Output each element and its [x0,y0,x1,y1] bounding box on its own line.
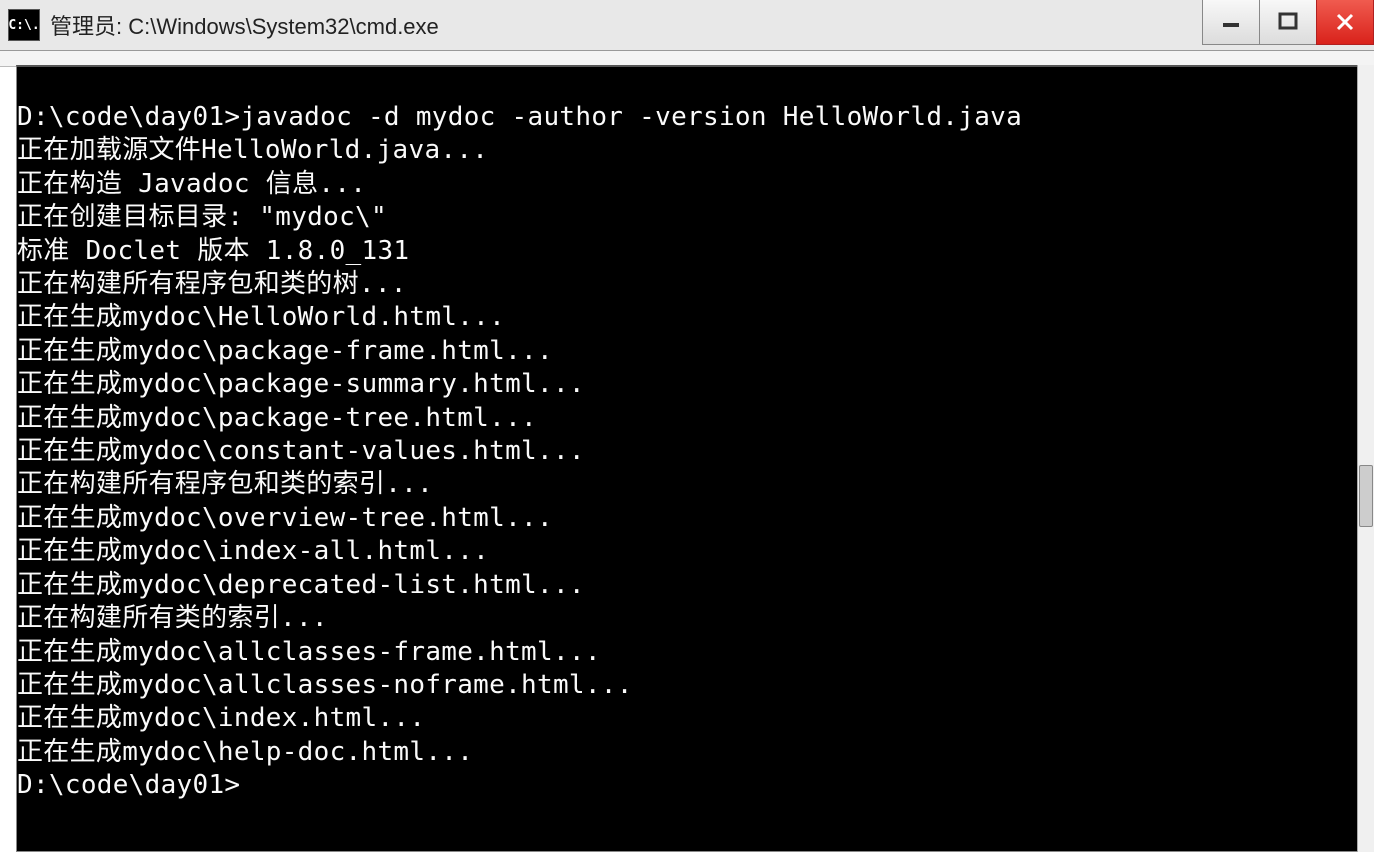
terminal-output: D:\code\day01>javadoc -d mydoc -author -… [17,67,1357,803]
terminal-line: 正在生成mydoc\HelloWorld.html... [17,301,1357,334]
terminal-line: 标准 Doclet 版本 1.8.0_131 [17,235,1357,268]
terminal-line: 正在生成mydoc\index.html... [17,702,1357,735]
close-button[interactable] [1316,0,1374,45]
terminal-line-prompt: D:\code\day01> [17,769,1357,802]
terminal-line: 正在加载源文件HelloWorld.java... [17,134,1357,167]
window-frame: C:\. 管理员: C:\Windows\System32\cmd.exe D:… [0,0,1374,852]
scrollbar-thumb[interactable] [1359,465,1373,527]
terminal-line: 正在构建所有程序包和类的树... [17,268,1357,301]
minimize-icon [1220,11,1242,33]
window-title: 管理员: C:\Windows\System32\cmd.exe [50,9,439,41]
terminal-line: 正在构造 Javadoc 信息... [17,168,1357,201]
scrollbar[interactable] [1357,65,1374,852]
terminal-line: 正在生成mydoc\package-summary.html... [17,368,1357,401]
terminal-line: 正在生成mydoc\index-all.html... [17,535,1357,568]
terminal-line: 正在生成mydoc\constant-values.html... [17,435,1357,468]
terminal-line: 正在生成mydoc\package-tree.html... [17,402,1357,435]
terminal-area[interactable]: D:\code\day01>javadoc -d mydoc -author -… [16,65,1358,852]
terminal-line: 正在构建所有程序包和类的索引... [17,468,1357,501]
terminal-line-command: D:\code\day01>javadoc -d mydoc -author -… [17,101,1357,134]
terminal-line: 正在生成mydoc\deprecated-list.html... [17,569,1357,602]
terminal-line: 正在生成mydoc\package-frame.html... [17,335,1357,368]
close-icon [1334,11,1356,33]
title-bar[interactable]: C:\. 管理员: C:\Windows\System32\cmd.exe [0,0,1374,51]
terminal-line: 正在生成mydoc\allclasses-frame.html... [17,636,1357,669]
maximize-icon [1277,11,1299,33]
minimize-button[interactable] [1202,0,1260,45]
cmd-icon: C:\. [8,9,40,41]
window-controls [1203,0,1374,44]
terminal-line: 正在生成mydoc\help-doc.html... [17,736,1357,769]
maximize-button[interactable] [1259,0,1317,45]
terminal-line: 正在生成mydoc\allclasses-noframe.html... [17,669,1357,702]
terminal-line: 正在创建目标目录: "mydoc\" [17,201,1357,234]
terminal-line: 正在构建所有类的索引... [17,602,1357,635]
terminal-line: 正在生成mydoc\overview-tree.html... [17,502,1357,535]
